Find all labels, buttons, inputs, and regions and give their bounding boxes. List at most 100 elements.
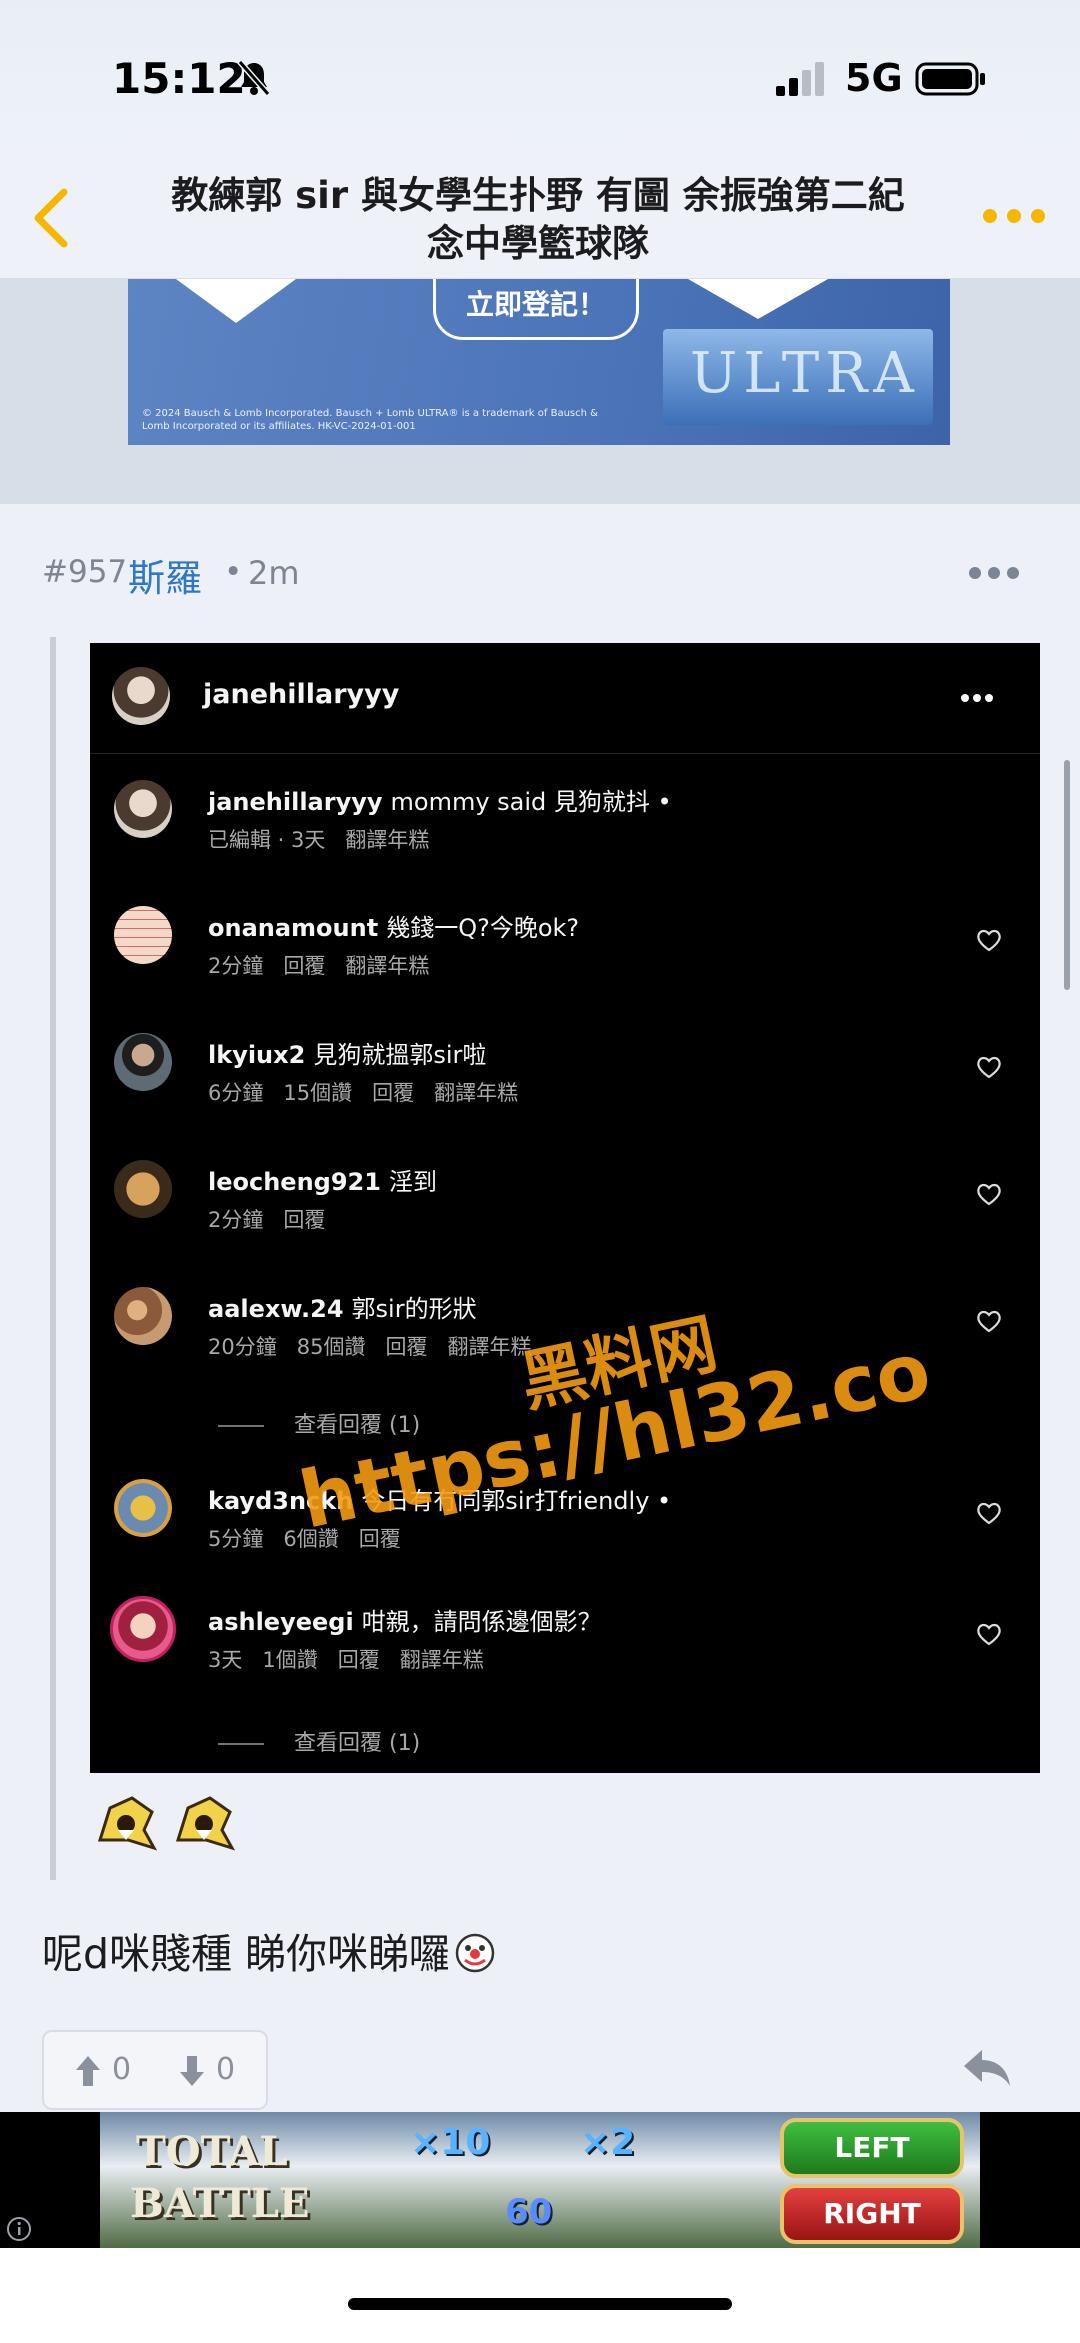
comment-likes: 85個讚 <box>296 1335 366 1359</box>
comment-meta: 2分鐘 回覆 翻譯年糕 <box>208 950 449 980</box>
comment-username: aalexw.24 <box>208 1295 344 1323</box>
comment-body: mommy said 見狗就抖 • <box>390 788 672 816</box>
comment-time: 已編輯 · 3天 <box>208 828 326 852</box>
ad-shape <box>176 279 296 323</box>
comment-meta: 3天 1個讚 回覆 翻譯年糕 <box>208 1644 504 1674</box>
bottom-ad-banner[interactable]: TOTAL BATTLE ×10 ×2 60 LEFT RIGHT <box>100 2112 980 2248</box>
comment-row: janehillaryyy mommy said 見狗就抖 • 已編輯 · 3天翻… <box>90 780 1040 890</box>
ad-multiplier: ×10 <box>410 2122 491 2163</box>
more-dots-icon[interactable] <box>982 208 1046 224</box>
home-indicator[interactable] <box>348 2298 732 2310</box>
embedded-screenshot[interactable]: janehillaryyy janehillaryyy mommy said 見狗… <box>90 643 1040 1773</box>
avatar <box>114 1160 172 1218</box>
ad-shape <box>688 279 828 319</box>
quote-bar <box>50 637 56 1880</box>
post-author[interactable]: 斯羅 <box>128 548 202 602</box>
comment-reply: 回覆 <box>337 1648 380 1672</box>
ad-count: 60 <box>505 2192 553 2232</box>
bell-slash-icon <box>237 60 271 96</box>
reply-arrow-icon[interactable] <box>960 2046 1014 2090</box>
comment-reply: 回覆 <box>372 1081 415 1105</box>
comment-username: ashleyeegi <box>208 1608 354 1636</box>
post-body-text: 呢d咪賤種 睇你咪睇囉 <box>42 1930 451 1978</box>
ad-info-icon[interactable] <box>6 2216 32 2242</box>
downvote-count: 0 <box>216 2052 236 2087</box>
comment-text: onanamount 幾錢一Q?今晚ok? <box>208 908 579 943</box>
heart-icon <box>977 1310 1001 1333</box>
comment-time: 2分鐘 <box>208 954 264 978</box>
top-ad-container: 立即登記！ ULTRA © 2024 Bausch & Lomb Incorpo… <box>0 279 1080 504</box>
comment-row: ashleyeegi 咁親，請問係邊個影？ 3天 1個讚 回覆 翻譯年糕 <box>90 1596 1040 1710</box>
comment-body: 幾錢一Q?今晚ok? <box>386 914 580 942</box>
thread-title-line2: 念中學籃球隊 <box>427 222 649 265</box>
downvote-arrow-icon[interactable] <box>178 2054 206 2088</box>
comment-time: 5分鐘 <box>208 1527 264 1551</box>
thread-title-line1: 教練郭 sir 與女學生扑野 有圖 余振強第二紀 <box>171 174 905 217</box>
post-more-icon[interactable] <box>968 566 1020 580</box>
ad-brand-text: ULTRA <box>690 341 920 406</box>
comment-text: lkyiux2 見狗就搵郭sir啦 <box>208 1035 486 1070</box>
comment-reply: 回覆 <box>283 954 326 978</box>
comment-row: leocheng921 淫到 2分鐘 回覆 <box>90 1160 1040 1270</box>
heart-icon <box>977 1056 1001 1079</box>
comment-username: janehillaryyy <box>208 788 383 816</box>
network-type: 5G <box>845 56 903 100</box>
bottom-ad-container: TOTAL BATTLE ×10 ×2 60 LEFT RIGHT <box>0 2112 1080 2248</box>
comment-meta: 2分鐘 回覆 <box>208 1204 345 1234</box>
ad-cta-button[interactable]: 立即登記！ <box>433 279 639 340</box>
avatar <box>114 780 172 838</box>
upvote-arrow-icon[interactable] <box>74 2054 102 2088</box>
back-chevron-icon[interactable] <box>30 186 74 250</box>
avatar <box>114 1033 172 1091</box>
comment-meta: 已編輯 · 3天 翻譯年糕 <box>208 824 449 854</box>
comment-username: onanamount <box>208 914 379 942</box>
post-body: 呢d咪賤種 睇你咪睇囉 <box>42 1920 496 1980</box>
upvote-count: 0 <box>112 2052 132 2087</box>
thread-title: 教練郭 sir 與女學生扑野 有圖 余振強第二紀 念中學籃球隊 <box>128 172 948 268</box>
battery-icon <box>915 62 985 96</box>
ad-left-button[interactable]: LEFT <box>780 2118 964 2178</box>
view-replies-link: 查看回覆 (1) <box>218 1725 420 1757</box>
comment-text: janehillaryyy mommy said 見狗就抖 • <box>208 782 672 817</box>
scrollbar[interactable] <box>1064 760 1070 990</box>
comment-username: lkyiux2 <box>208 1041 306 1069</box>
comment-likes: 15個讚 <box>283 1081 353 1105</box>
ad-game-title: BATTLE <box>130 2180 310 2227</box>
heart-icon <box>977 1623 1001 1646</box>
comment-body: 郭sir的形狀 <box>351 1295 477 1323</box>
post-age: 2m <box>248 554 300 592</box>
signal-icon <box>776 62 824 96</box>
comment-username: leocheng921 <box>208 1168 381 1196</box>
status-time: 15:12 <box>112 54 246 103</box>
avatar <box>114 906 172 964</box>
more-dots-icon <box>961 694 993 702</box>
comment-reply: 回覆 <box>385 1335 428 1359</box>
avatar <box>112 667 170 725</box>
nav-bar: 教練郭 sir 與女學生扑野 有圖 余振強第二紀 念中學籃球隊 <box>0 160 1080 279</box>
comment-translate: 翻譯年糕 <box>434 1081 519 1105</box>
comment-text: ashleyeegi 咁親，請問係邊個影？ <box>208 1602 602 1637</box>
comment-row: onanamount 幾錢一Q?今晚ok? 2分鐘 回覆 翻譯年糕 <box>90 906 1040 1016</box>
clown-emoji-icon <box>455 1933 495 1973</box>
comment-translate: 翻譯年糕 <box>345 954 430 978</box>
ad-multiplier: ×2 <box>580 2122 636 2163</box>
ad-legal-line: Lomb Incorporated or its affiliates. HK-… <box>142 421 416 432</box>
ad-game-title: TOTAL <box>136 2128 288 2175</box>
comment-time: 6分鐘 <box>208 1081 264 1105</box>
comment-time: 3天 <box>208 1648 243 1672</box>
home-area <box>0 2248 1080 2343</box>
comment-row: lkyiux2 見狗就搵郭sir啦 6分鐘 15個讚 回覆 翻譯年糕 <box>90 1033 1040 1143</box>
ad-right-button[interactable]: RIGHT <box>780 2184 964 2244</box>
ig-header: janehillaryyy <box>90 643 1040 754</box>
top-ad-banner[interactable]: 立即登記！ ULTRA © 2024 Bausch & Lomb Incorpo… <box>128 279 950 445</box>
avatar <box>110 1596 176 1662</box>
comment-body: 淫到 <box>388 1168 437 1196</box>
shark-sticker-icon <box>97 1796 158 1851</box>
reply-divider <box>218 1743 264 1745</box>
post-header: #957 斯羅 • 2m <box>0 504 1080 634</box>
avatar <box>114 1479 172 1537</box>
comment-time: 2分鐘 <box>208 1208 264 1232</box>
avatar <box>114 1287 172 1345</box>
status-bar: 15:12 5G <box>0 0 1080 160</box>
comment-reply: 回覆 <box>283 1208 326 1232</box>
